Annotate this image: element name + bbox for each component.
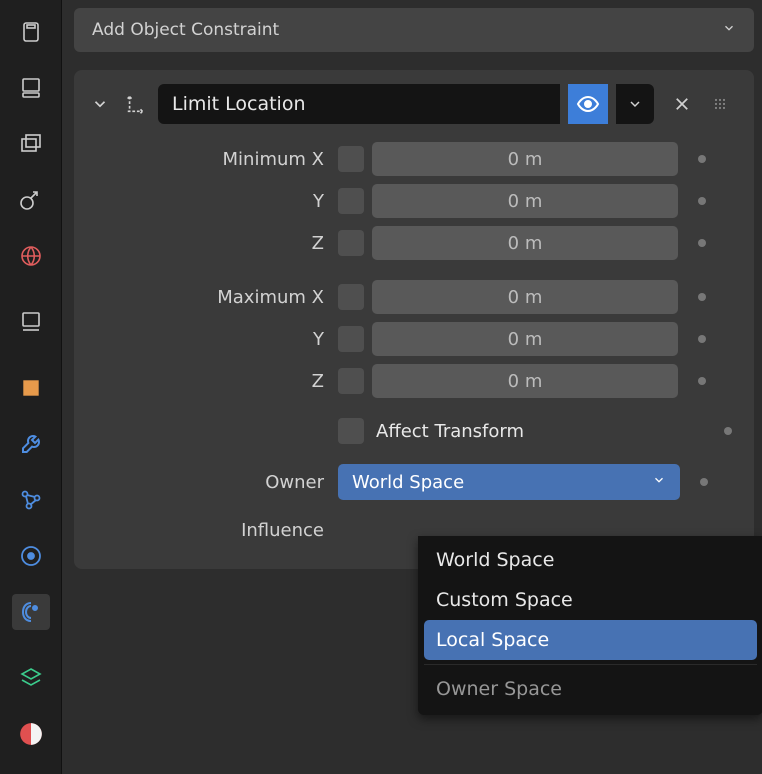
check-max-x[interactable] [338, 284, 364, 310]
row-max-y: Y 0 m [86, 322, 732, 356]
check-affect-transform[interactable] [338, 418, 364, 444]
dropdown-separator [424, 664, 757, 665]
keyframe-dot[interactable] [698, 155, 706, 163]
value-max-x[interactable]: 0 m [372, 280, 678, 314]
tab-view-layers[interactable] [12, 126, 50, 162]
data-icon [19, 666, 43, 690]
output-icon [19, 76, 43, 100]
value-min-z[interactable]: 0 m [372, 226, 678, 260]
physics-icon [19, 544, 43, 568]
chevron-down-icon [91, 95, 109, 113]
owner-dropdown-menu: World Space Custom Space Local Space Own… [418, 536, 762, 715]
row-min-x: Minimum X 0 m [86, 142, 732, 176]
properties-tab-bar [0, 0, 62, 774]
dropdown-item-local-space[interactable]: Local Space [424, 620, 757, 660]
keyframe-dot[interactable] [698, 293, 706, 301]
row-affect-transform: Affect Transform [86, 418, 732, 444]
dropdown-item-world-space[interactable]: World Space [424, 540, 757, 580]
particles-icon [19, 488, 43, 512]
delete-constraint-button[interactable] [668, 90, 696, 118]
eye-icon [576, 92, 600, 116]
object-box-icon [19, 376, 43, 400]
value-max-z[interactable]: 0 m [372, 364, 678, 398]
reorder-grip[interactable] [708, 92, 732, 116]
keyframe-dot[interactable] [698, 239, 706, 247]
label-max-z: Z [86, 371, 330, 392]
label-max-y: Y [86, 329, 330, 350]
tab-object-props[interactable] [12, 370, 50, 406]
constraint-name-text: Limit Location [172, 93, 306, 115]
grip-icon [712, 96, 728, 112]
add-constraint-button[interactable]: Add Object Constraint [74, 8, 754, 52]
tab-particles[interactable] [12, 482, 50, 518]
chevron-down-icon [722, 21, 736, 39]
label-max-x: Maximum X [86, 287, 330, 308]
row-owner: Owner World Space [86, 464, 732, 500]
keyframe-dot[interactable] [698, 377, 706, 385]
tab-output[interactable] [12, 70, 50, 106]
constraint-panel: Limit Location Minimum X 0 m Y [74, 70, 754, 569]
value-min-x[interactable]: 0 m [372, 142, 678, 176]
visibility-toggle[interactable] [568, 84, 608, 124]
material-icon [18, 721, 44, 747]
constraint-type-dropdown[interactable] [616, 84, 654, 124]
view-layers-icon [19, 132, 43, 156]
row-max-z: Z 0 m [86, 364, 732, 398]
collapse-button[interactable] [86, 90, 114, 118]
axis-icon [125, 93, 147, 115]
label-min-x: Minimum X [86, 149, 330, 170]
constraints-icon [19, 600, 43, 624]
row-min-y: Y 0 m [86, 184, 732, 218]
keyframe-dot[interactable] [700, 478, 708, 486]
check-max-y[interactable] [338, 326, 364, 352]
add-constraint-label: Add Object Constraint [92, 20, 279, 40]
tab-world[interactable] [12, 238, 50, 274]
scene-icon [19, 188, 43, 212]
tab-data[interactable] [12, 660, 50, 696]
tab-render[interactable] [12, 14, 50, 50]
modifiers-icon [19, 432, 43, 456]
label-influence: Influence [86, 520, 330, 541]
label-min-y: Y [86, 191, 330, 212]
check-min-y[interactable] [338, 188, 364, 214]
dropdown-section-header: Owner Space [424, 669, 757, 709]
dropdown-item-custom-space[interactable]: Custom Space [424, 580, 757, 620]
tab-constraints[interactable] [12, 594, 50, 630]
label-min-z: Z [86, 233, 330, 254]
tab-physics[interactable] [12, 538, 50, 574]
value-max-y[interactable]: 0 m [372, 322, 678, 356]
close-icon [673, 95, 691, 113]
label-affect-transform: Affect Transform [372, 421, 704, 442]
tab-material[interactable] [12, 716, 50, 752]
tab-modifiers[interactable] [12, 426, 50, 462]
constraint-name-field[interactable]: Limit Location [158, 84, 560, 124]
row-min-z: Z 0 m [86, 226, 732, 260]
tab-object[interactable] [12, 304, 50, 340]
check-min-x[interactable] [338, 146, 364, 172]
tab-scene[interactable] [12, 182, 50, 218]
label-owner: Owner [86, 472, 330, 493]
value-min-y[interactable]: 0 m [372, 184, 678, 218]
properties-main: Add Object Constraint Limit Location [62, 0, 762, 774]
check-max-z[interactable] [338, 368, 364, 394]
chevron-down-icon [652, 473, 666, 491]
keyframe-dot[interactable] [698, 335, 706, 343]
panel-mode-button[interactable] [122, 90, 150, 118]
keyframe-dot[interactable] [724, 427, 732, 435]
row-max-x: Maximum X 0 m [86, 280, 732, 314]
check-min-z[interactable] [338, 230, 364, 256]
chevron-down-icon [627, 96, 643, 112]
world-icon [19, 244, 43, 268]
render-icon [19, 20, 43, 44]
owner-select[interactable]: World Space [338, 464, 680, 500]
object-icon [19, 310, 43, 334]
constraint-panel-header: Limit Location [86, 84, 732, 124]
owner-select-value: World Space [352, 472, 464, 493]
keyframe-dot[interactable] [698, 197, 706, 205]
